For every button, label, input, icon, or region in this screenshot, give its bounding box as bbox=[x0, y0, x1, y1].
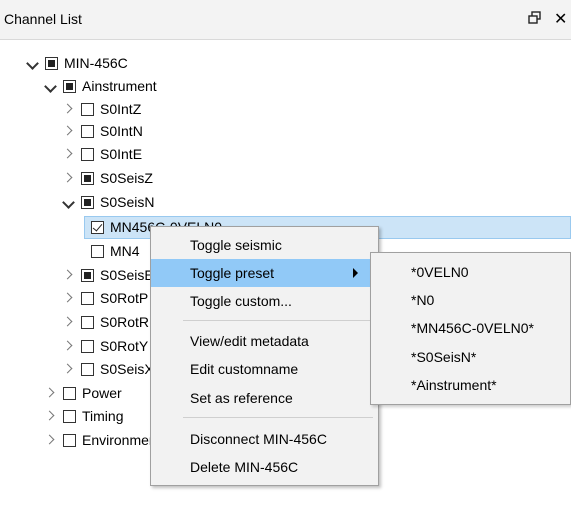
checkbox[interactable] bbox=[81, 195, 94, 209]
expand-chevron-icon[interactable] bbox=[45, 387, 57, 399]
expand-chevron-icon[interactable] bbox=[63, 363, 75, 375]
checkbox[interactable] bbox=[81, 171, 94, 185]
preset-item[interactable]: *0VELN0 bbox=[371, 258, 571, 286]
expand-chevron-icon[interactable] bbox=[63, 125, 75, 137]
tree-node-s0rotp[interactable]: S0RotP bbox=[63, 287, 148, 309]
expand-chevron-icon[interactable] bbox=[63, 196, 75, 208]
checkbox[interactable] bbox=[81, 268, 94, 282]
close-icon[interactable]: ✕ bbox=[554, 9, 567, 29]
tree-node-label: S0SeisX bbox=[100, 361, 154, 377]
tree-node-label: Ainstrument bbox=[82, 78, 157, 94]
tree-node-s0inte[interactable]: S0IntE bbox=[63, 143, 142, 165]
tree-node-s0roty[interactable]: S0RotY bbox=[63, 335, 148, 357]
checkbox[interactable] bbox=[81, 102, 94, 116]
tree-node-min-456c[interactable]: MIN-456C bbox=[27, 52, 128, 74]
expand-chevron-icon[interactable] bbox=[63, 172, 75, 184]
checkbox[interactable] bbox=[81, 124, 94, 138]
submenu-arrow-icon bbox=[353, 268, 358, 278]
checkbox[interactable] bbox=[63, 409, 76, 423]
menu-item-view-edit-metadata[interactable]: View/edit metadata bbox=[151, 327, 378, 355]
tree-node-s0seisx[interactable]: S0SeisX bbox=[63, 358, 154, 380]
checkbox[interactable] bbox=[81, 315, 94, 329]
menu-separator bbox=[183, 417, 373, 418]
tree-node-environment[interactable]: Environment bbox=[45, 429, 161, 451]
menu-item-edit-customname[interactable]: Edit customname bbox=[151, 355, 378, 383]
expand-chevron-icon[interactable] bbox=[45, 80, 57, 92]
tree-node-label: Timing bbox=[82, 408, 124, 424]
menu-item-label: Toggle preset bbox=[190, 265, 275, 281]
expand-chevron-icon[interactable] bbox=[45, 410, 57, 422]
panel-titlebar: Channel List ✕ bbox=[0, 0, 571, 40]
tree-node-label: S0SeisZ bbox=[100, 170, 153, 186]
checkbox[interactable] bbox=[63, 386, 76, 400]
expand-chevron-icon[interactable] bbox=[63, 148, 75, 160]
preset-item[interactable]: *Ainstrument* bbox=[371, 371, 571, 399]
tree-node-label: S0RotR bbox=[100, 314, 150, 330]
checkbox[interactable] bbox=[91, 244, 104, 258]
tree-node-label: S0RotY bbox=[100, 338, 149, 354]
tree-node-label: S0IntN bbox=[100, 123, 143, 139]
expand-chevron-icon[interactable] bbox=[63, 340, 75, 352]
checkbox[interactable] bbox=[91, 220, 104, 234]
tree-node-label: S0SeisN bbox=[100, 194, 155, 210]
expand-chevron-icon[interactable] bbox=[63, 292, 75, 304]
tree-node-s0seisn[interactable]: S0SeisN bbox=[63, 191, 154, 213]
checkbox[interactable] bbox=[81, 362, 94, 376]
tree-node-ainstrument[interactable]: Ainstrument bbox=[45, 75, 157, 97]
context-menu: Toggle seismic Toggle preset Toggle cust… bbox=[150, 226, 379, 486]
menu-separator bbox=[183, 320, 373, 321]
menu-item-set-as-reference[interactable]: Set as reference bbox=[151, 384, 378, 412]
expand-chevron-icon[interactable] bbox=[45, 434, 57, 446]
tree-node-label: Environment bbox=[82, 432, 161, 448]
tree-node-s0seise[interactable]: S0SeisE bbox=[63, 264, 154, 286]
checkbox[interactable] bbox=[81, 339, 94, 353]
checkbox[interactable] bbox=[81, 291, 94, 305]
expand-chevron-icon[interactable] bbox=[27, 57, 39, 69]
float-window-icon[interactable] bbox=[528, 11, 544, 27]
tree-node-label: MIN-456C bbox=[64, 55, 128, 71]
tree-node-label: S0RotP bbox=[100, 290, 149, 306]
tree-node-label: S0IntZ bbox=[100, 101, 142, 117]
checkbox[interactable] bbox=[63, 79, 76, 93]
menu-item-disconnect[interactable]: Disconnect MIN-456C bbox=[151, 425, 378, 453]
menu-item-delete[interactable]: Delete MIN-456C bbox=[151, 453, 378, 481]
preset-item[interactable]: *S0SeisN* bbox=[371, 343, 571, 371]
checkbox[interactable] bbox=[63, 433, 76, 447]
tree-node-label: Power bbox=[82, 385, 122, 401]
tree-node-label: MN4 bbox=[110, 243, 140, 259]
tree-node-label: S0IntE bbox=[100, 146, 143, 162]
menu-item-toggle-preset[interactable]: Toggle preset bbox=[151, 259, 378, 287]
panel-title: Channel List bbox=[4, 11, 82, 27]
menu-item-toggle-custom[interactable]: Toggle custom... bbox=[151, 287, 378, 315]
checkbox[interactable] bbox=[81, 147, 94, 161]
menu-item-toggle-seismic[interactable]: Toggle seismic bbox=[151, 231, 378, 259]
tree-node-s0rotr[interactable]: S0RotR bbox=[63, 311, 149, 333]
expand-chevron-icon[interactable] bbox=[63, 103, 75, 115]
preset-item[interactable]: *MN456C-0VELN0* bbox=[371, 314, 571, 342]
expand-chevron-icon[interactable] bbox=[63, 316, 75, 328]
checkbox[interactable] bbox=[45, 56, 58, 70]
tree-node-s0seisz[interactable]: S0SeisZ bbox=[63, 167, 153, 189]
tree-node-s0intn[interactable]: S0IntN bbox=[63, 120, 143, 142]
expand-chevron-icon[interactable] bbox=[63, 269, 75, 281]
preset-item[interactable]: *N0 bbox=[371, 286, 571, 314]
tree-node-timing[interactable]: Timing bbox=[45, 405, 124, 427]
tree-node-s0intz[interactable]: S0IntZ bbox=[63, 98, 141, 120]
tree-node-power[interactable]: Power bbox=[45, 382, 122, 404]
tree-node-label: S0SeisE bbox=[100, 267, 154, 283]
tree-node-mn4[interactable]: MN4 bbox=[91, 240, 140, 262]
preset-submenu: *0VELN0 *N0 *MN456C-0VELN0* *S0SeisN* *A… bbox=[370, 252, 571, 405]
